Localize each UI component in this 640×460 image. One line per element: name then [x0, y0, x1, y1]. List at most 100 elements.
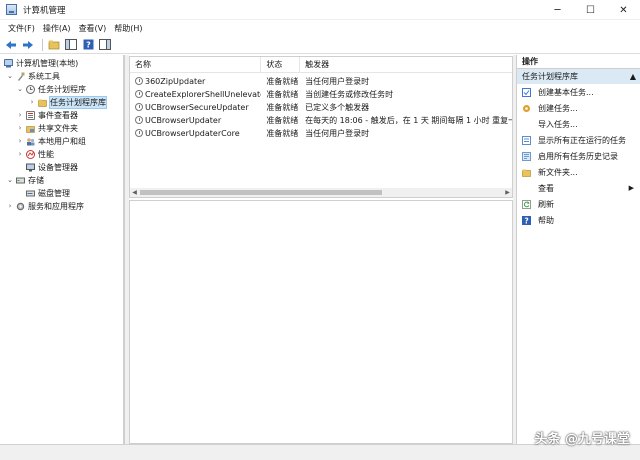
actions-section-label: 任务计划程序库 [522, 72, 578, 81]
action-import-task[interactable]: 导入任务... [517, 116, 640, 132]
scrollbar-thumb[interactable] [140, 190, 382, 195]
tree-label: 事件查看器 [38, 110, 78, 120]
minimize-button[interactable]: ─ [541, 0, 574, 20]
show-hide-tree-icon[interactable] [64, 38, 78, 52]
tree-item-services-apps[interactable]: › 服务和应用程序 [6, 200, 84, 212]
action-help[interactable]: ? 帮助 [517, 212, 640, 228]
submenu-arrow-icon: ▶ [628, 184, 634, 192]
computer-management-tree-icon [4, 58, 13, 67]
table-row[interactable]: UCBrowserUpdater 准备就绪 在每天的 18:06 - 触发后，在… [130, 114, 512, 127]
task-status: 准备就绪 [266, 116, 299, 125]
action-label: 新文件夹... [538, 167, 578, 177]
users-icon [27, 137, 35, 145]
chevron-right-icon[interactable]: › [16, 137, 24, 145]
menu-bar: 文件(F) 操作(A) 查看(V) 帮助(H) [0, 20, 640, 36]
task-status: 准备就绪 [266, 77, 299, 86]
back-icon[interactable] [4, 38, 18, 52]
chevron-right-icon[interactable]: › [6, 202, 14, 210]
tree-item-local-users[interactable]: › 本地用户和组 [16, 135, 86, 147]
tree-item-storage[interactable]: ⌄ 存储 [6, 174, 44, 186]
tree-item-performance[interactable]: › 性能 [16, 148, 54, 160]
task-name: UCBrowserUpdater [145, 116, 222, 125]
column-header-status[interactable]: 状态 [261, 57, 301, 73]
up-folder-icon[interactable] [47, 38, 61, 52]
horizontal-scrollbar[interactable]: ◀ ▶ [130, 188, 512, 197]
action-new-folder[interactable]: 新文件夹... [517, 164, 640, 180]
tree-item-device-manager[interactable]: 设备管理器 [26, 161, 78, 173]
folder-icon [522, 169, 531, 177]
table-row[interactable]: UCBrowserUpdaterCore 准备就绪 当任何用户登录时 [130, 127, 512, 140]
chevron-right-icon[interactable]: › [16, 124, 24, 132]
task-name: UCBrowserSecureUpdater [145, 103, 249, 112]
chevron-right-icon[interactable]: › [28, 98, 36, 106]
window-title: 计算机管理 [23, 5, 66, 16]
actions-section-header[interactable]: 任务计划程序库 ▲ [517, 69, 640, 84]
task-trigger: 已定义多个触发器 [305, 103, 370, 112]
table-row[interactable]: CreateExplorerShellUnelevate... 准备就绪 当创建… [130, 88, 512, 101]
table-row[interactable]: 360ZipUpdater 准备就绪 当任何用户登录时 [130, 75, 512, 88]
create-task-icon [523, 104, 530, 112]
help-icon: ? [522, 215, 531, 225]
action-enable-history[interactable]: 启用所有任务历史记录 [517, 148, 640, 164]
action-create-task[interactable]: 创建任务... [517, 100, 640, 116]
forward-icon[interactable] [21, 38, 35, 52]
computer-management-icon [6, 4, 17, 15]
tree-item-disk-management[interactable]: 磁盘管理 [26, 187, 70, 199]
task-name: UCBrowserUpdaterCore [145, 129, 240, 138]
task-list: 名称 状态 触发器 360ZipUpdater 准备就绪 当任何用户登录时 Cr… [129, 56, 513, 198]
menu-view[interactable]: 查看(V) [75, 23, 111, 34]
menu-action[interactable]: 操作(A) [39, 23, 75, 34]
menu-file[interactable]: 文件(F) [4, 23, 39, 34]
toolbar-separator [42, 38, 43, 51]
tree-item-task-scheduler-library[interactable]: › 任务计划程序库 [28, 95, 107, 109]
chevron-down-icon[interactable]: ⌄ [16, 85, 24, 93]
column-header-trigger[interactable]: 触发器 [300, 57, 512, 73]
task-status: 准备就绪 [266, 129, 299, 138]
table-row[interactable]: UCBrowserSecureUpdater 准备就绪 已定义多个触发器 [130, 101, 512, 114]
action-show-running-tasks[interactable]: 显示所有正在运行的任务 [517, 132, 640, 148]
svg-text:?: ? [86, 41, 91, 50]
shared-folder-icon [26, 125, 35, 133]
create-basic-task-icon [522, 87, 531, 97]
action-label: 创建任务... [538, 103, 578, 113]
chevron-down-icon[interactable]: ⌄ [6, 72, 14, 80]
tree-item-task-scheduler[interactable]: ⌄ 任务计划程序 [16, 83, 86, 95]
task-trigger: 当创建任务或修改任务时 [305, 90, 394, 99]
chevron-down-icon[interactable]: ⌄ [6, 176, 14, 184]
task-trigger: 当任何用户登录时 [305, 129, 370, 138]
tree-item-root[interactable]: 计算机管理(本地) [4, 57, 78, 69]
services-icon [16, 202, 25, 210]
action-label: 显示所有正在运行的任务 [538, 135, 626, 145]
close-button[interactable]: ✕ [607, 0, 640, 20]
tree-item-system-tools[interactable]: ⌄ 系统工具 [6, 70, 60, 82]
column-header-name[interactable]: 名称 [130, 57, 262, 73]
show-hide-action-pane-icon[interactable] [98, 38, 112, 52]
toolbar: ? [0, 36, 640, 54]
menu-help[interactable]: 帮助(H) [110, 23, 146, 34]
action-refresh[interactable]: 刷新 [517, 196, 640, 212]
action-label: 创建基本任务... [538, 87, 594, 97]
action-label: 刷新 [538, 199, 554, 209]
scroll-right-icon[interactable]: ▶ [503, 188, 512, 197]
tree-item-event-viewer[interactable]: › 事件查看器 [16, 109, 78, 121]
watermark: 头条 @九号课堂 [534, 432, 630, 447]
action-view[interactable]: 查看 ▶ [517, 180, 640, 196]
tree-item-shared-folders[interactable]: › 共享文件夹 [16, 122, 78, 134]
device-manager-icon [26, 163, 35, 171]
task-detail-pane [129, 200, 513, 444]
collapse-up-icon[interactable]: ▲ [630, 69, 636, 84]
action-create-basic-task[interactable]: 创建基本任务... [517, 84, 640, 100]
maximize-button[interactable]: ☐ [574, 0, 607, 20]
chevron-right-icon[interactable]: › [16, 150, 24, 158]
tree-label: 存储 [28, 175, 44, 185]
tree-label: 任务计划程序库 [49, 95, 107, 109]
task-trigger: 在每天的 18:06 - 触发后，在 1 天 期间每隔 1 小时 重复一 [305, 116, 512, 125]
import-icon [522, 120, 531, 129]
task-status: 准备就绪 [266, 103, 299, 112]
help-toolbar-icon[interactable]: ? [81, 38, 95, 52]
scroll-left-icon[interactable]: ◀ [130, 188, 139, 197]
task-clock-icon [135, 103, 143, 111]
console-tree: 计算机管理(本地) ⌄ 系统工具 ⌄ 任务计划程序 › 任务计划程序库 › 事件… [0, 55, 124, 444]
task-clock-icon [135, 90, 143, 98]
chevron-right-icon[interactable]: › [16, 111, 24, 119]
